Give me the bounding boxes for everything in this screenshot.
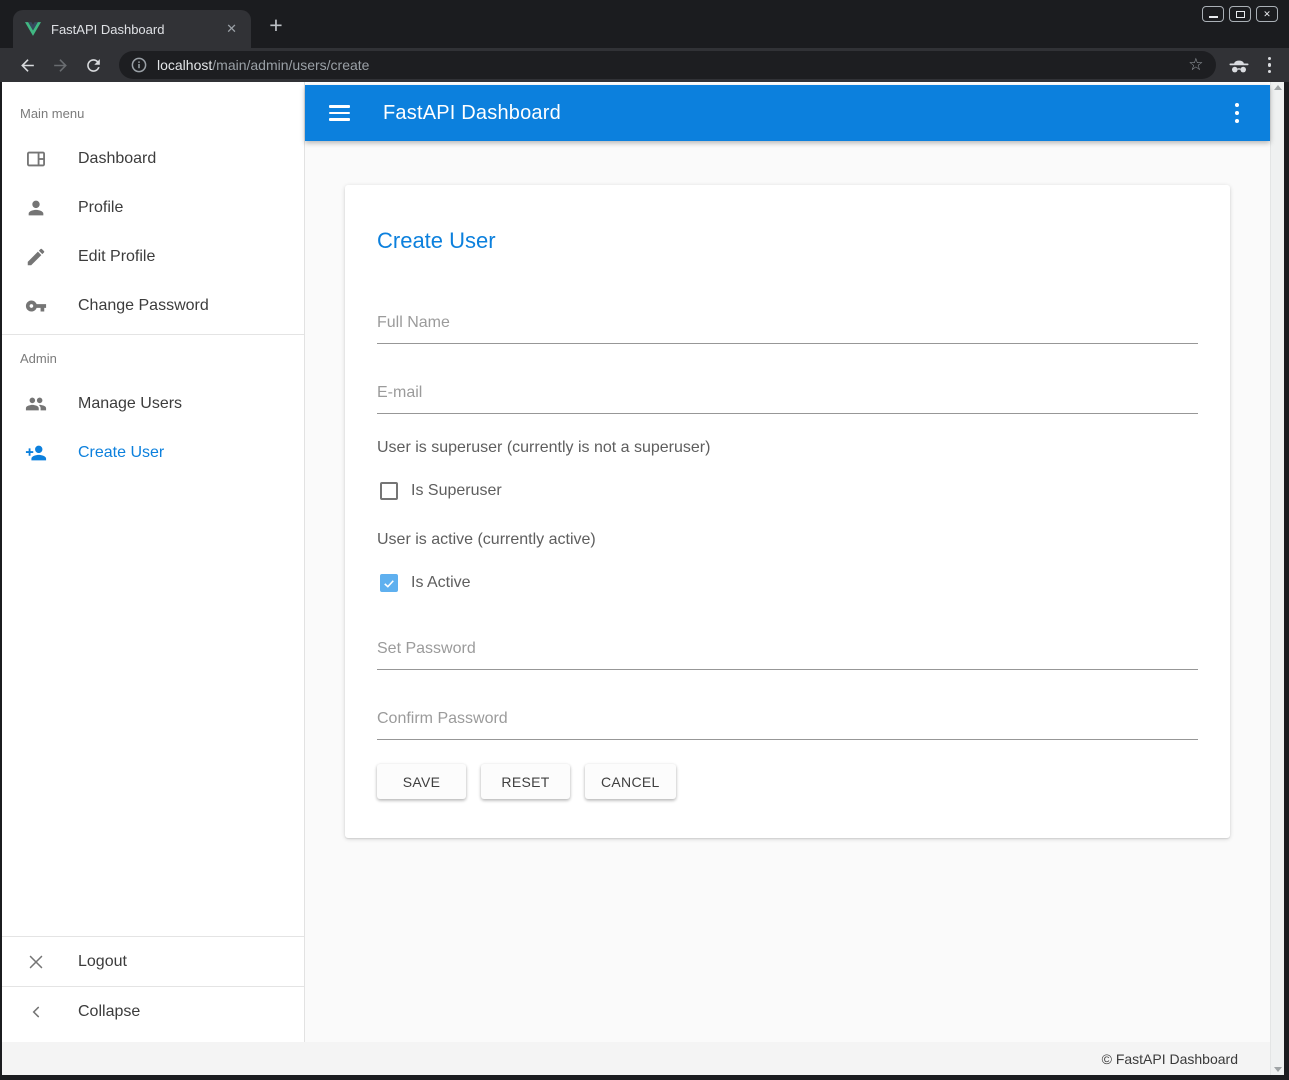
scrollbar-up-arrow-icon[interactable]: [1274, 85, 1282, 90]
superuser-checkbox[interactable]: [380, 482, 398, 500]
bookmark-star-icon[interactable]: ☆: [1186, 55, 1205, 75]
tab-close-icon[interactable]: ✕: [222, 19, 241, 39]
vue-logo-icon: [25, 22, 41, 36]
maximize-icon: [1236, 11, 1245, 18]
tab-strip: FastAPI Dashboard ✕ + ✕: [0, 0, 1289, 48]
content-area: Create User User is superuser (currently…: [305, 141, 1270, 1042]
scrollbar-down-arrow-icon[interactable]: [1274, 1067, 1282, 1072]
chevron-left-icon: [25, 1001, 47, 1023]
reload-button[interactable]: [80, 52, 106, 78]
email-field: [377, 384, 1198, 414]
main-area: FastAPI Dashboard Create User: [305, 82, 1270, 1042]
tab-title: FastAPI Dashboard: [51, 22, 222, 37]
page-scrollbar[interactable]: [1270, 82, 1284, 1075]
confirm-password-input[interactable]: [377, 710, 1198, 740]
email-input[interactable]: [377, 384, 1198, 414]
sidebar-section-main-menu: Main menu: [2, 82, 304, 134]
minimize-button[interactable]: [1202, 6, 1224, 22]
superuser-checkbox-label[interactable]: Is Superuser: [411, 482, 502, 500]
url-host: localhost: [157, 57, 212, 73]
sidebar-item-label: Collapse: [78, 1003, 140, 1021]
app-menu-button[interactable]: [1230, 99, 1245, 128]
back-button[interactable]: [14, 52, 40, 78]
create-user-card: Create User User is superuser (currently…: [345, 185, 1230, 838]
sidebar-item-label: Edit Profile: [78, 248, 155, 266]
set-password-field: [377, 640, 1198, 670]
maximize-button[interactable]: [1229, 6, 1251, 22]
sidebar-item-label: Manage Users: [78, 395, 182, 413]
site-info-icon[interactable]: [131, 57, 147, 73]
sidebar-item-logout[interactable]: Logout: [2, 937, 304, 986]
cancel-button[interactable]: CANCEL: [585, 764, 676, 799]
sidebar-item-label: Change Password: [78, 297, 209, 315]
superuser-hint: User is superuser (currently is not a su…: [377, 437, 1198, 459]
new-tab-button[interactable]: +: [262, 11, 290, 39]
set-password-input[interactable]: [377, 640, 1198, 670]
browser-toolbar: localhost/main/admin/users/create ☆: [0, 48, 1289, 82]
sidebar-item-label: Profile: [78, 199, 123, 217]
close-x-icon: [25, 951, 47, 973]
reset-button[interactable]: RESET: [481, 764, 570, 799]
superuser-checkbox-row[interactable]: Is Superuser: [377, 481, 1198, 501]
browser-tab[interactable]: FastAPI Dashboard ✕: [13, 10, 251, 48]
sidebar-item-dashboard[interactable]: Dashboard: [2, 134, 304, 183]
page-viewport: Main menu Dashboard: [2, 82, 1284, 1075]
app-title: FastAPI Dashboard: [383, 102, 561, 125]
page-title: Create User: [377, 228, 1198, 254]
confirm-password-field: [377, 710, 1198, 740]
sidebar-item-create-user[interactable]: Create User: [2, 428, 304, 477]
close-button[interactable]: ✕: [1256, 6, 1278, 22]
active-hint: User is active (currently active): [377, 529, 1198, 551]
pencil-icon: [25, 246, 47, 268]
app-toolbar: FastAPI Dashboard: [305, 85, 1270, 141]
save-button[interactable]: SAVE: [377, 764, 466, 799]
person-icon: [25, 197, 47, 219]
copyright-text: © FastAPI Dashboard: [1102, 1051, 1238, 1067]
page-footer: © FastAPI Dashboard: [2, 1042, 1270, 1075]
sidebar-item-change-password[interactable]: Change Password: [2, 281, 304, 330]
address-bar[interactable]: localhost/main/admin/users/create ☆: [119, 51, 1216, 79]
url-text: localhost/main/admin/users/create: [157, 57, 1186, 73]
sidebar: Main menu Dashboard: [2, 82, 305, 1042]
person-add-icon: [25, 442, 47, 464]
forward-button[interactable]: [47, 52, 73, 78]
dashboard-icon: [25, 148, 47, 170]
close-icon: ✕: [1263, 10, 1271, 19]
browser-window: FastAPI Dashboard ✕ + ✕: [0, 0, 1289, 1080]
active-checkbox-row[interactable]: Is Active: [377, 573, 1198, 593]
sidebar-item-label: Dashboard: [78, 150, 156, 168]
active-checkbox-label[interactable]: Is Active: [411, 574, 471, 592]
minimize-icon: [1209, 16, 1218, 18]
incognito-icon: [1228, 57, 1250, 74]
sidebar-item-edit-profile[interactable]: Edit Profile: [2, 232, 304, 281]
hamburger-menu-icon[interactable]: [329, 101, 350, 124]
full-name-input[interactable]: [377, 314, 1198, 344]
browser-menu-button[interactable]: [1262, 53, 1278, 78]
sidebar-item-label: Create User: [78, 444, 164, 462]
sidebar-item-collapse[interactable]: Collapse: [2, 987, 304, 1036]
sidebar-item-label: Logout: [78, 953, 127, 971]
checkmark-icon: [382, 576, 396, 591]
key-icon: [25, 295, 47, 317]
people-icon: [25, 393, 47, 415]
sidebar-item-manage-users[interactable]: Manage Users: [2, 379, 304, 428]
sidebar-item-profile[interactable]: Profile: [2, 183, 304, 232]
active-checkbox[interactable]: [380, 574, 398, 592]
full-name-field: [377, 314, 1198, 344]
sidebar-section-admin: Admin: [2, 335, 304, 379]
url-path: /main/admin/users/create: [212, 57, 369, 73]
